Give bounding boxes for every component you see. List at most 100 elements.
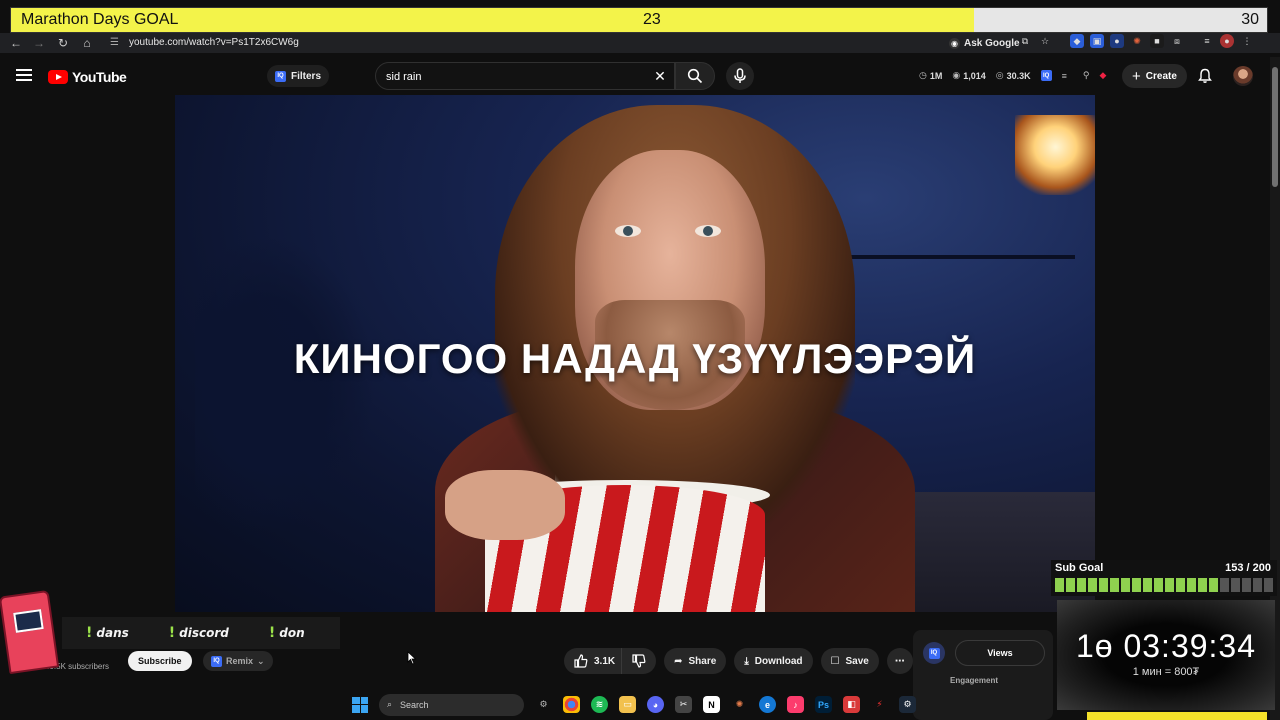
- tag-icon[interactable]: ⚲: [1083, 70, 1090, 81]
- settings-icon[interactable]: ⚙: [535, 696, 552, 713]
- sub-goal-segment: [1077, 578, 1086, 592]
- reload-icon[interactable]: ↻: [55, 35, 71, 51]
- url-text[interactable]: youtube.com/watch?v=Ps1T2x6CW6g: [129, 37, 299, 48]
- notification-extension-icon[interactable]: ◆: [1100, 70, 1107, 81]
- spotify-icon[interactable]: ≋: [591, 696, 608, 713]
- iq-panel-icon[interactable]: IQ: [923, 642, 945, 664]
- extension-circle-icon[interactable]: ●: [1110, 34, 1124, 48]
- notion-icon[interactable]: N: [703, 696, 720, 713]
- share-label: Share: [688, 655, 717, 667]
- iq-remix-icon: IQ: [211, 655, 222, 667]
- sub-goal-segment: [1198, 578, 1207, 592]
- sub-goal-segment: [1231, 578, 1240, 592]
- video-player[interactable]: КИНОГОО НАДАД ҮЗҮҮЛЭЭРЭЙ: [175, 95, 1095, 612]
- youtube-logo[interactable]: YouTube: [48, 69, 127, 85]
- background-shelf: [845, 255, 1075, 259]
- windows-start-icon[interactable]: [352, 696, 368, 713]
- taskbar-search-label: Search: [400, 699, 429, 710]
- video-caption: КИНОГОО НАДАД ҮЗҮҮЛЭЭРЭЙ: [293, 335, 977, 382]
- iq-extension-icon: IQ: [275, 70, 286, 82]
- download-icon: ⤓: [744, 655, 749, 667]
- filters-label: Filters: [291, 70, 322, 82]
- profile-icon[interactable]: ●: [1220, 34, 1234, 48]
- extensions-puzzle-icon[interactable]: ⧈: [1170, 34, 1184, 48]
- share-button[interactable]: ➦ Share: [664, 648, 727, 674]
- marathon-goal-bar: Marathon Days GOAL 23 30: [10, 7, 1268, 33]
- list-icon[interactable]: ≡: [1062, 71, 1067, 81]
- extension-icon[interactable]: ◆: [1070, 34, 1084, 48]
- reading-list-icon[interactable]: ≡: [1200, 34, 1214, 48]
- edge-icon[interactable]: e: [759, 696, 776, 713]
- sub-goal-segment: [1110, 578, 1119, 592]
- voice-search-button[interactable]: [726, 62, 754, 90]
- mouse-cursor-icon: [407, 651, 417, 665]
- extensions-row: ⧉ ☆ ◆ ▣ ● ✺ ■ ⧈ ≡ ● ⋮: [920, 34, 1254, 48]
- subathon-timer: 1ө 03:39:34 1 мин = 800₮: [1057, 600, 1275, 710]
- search-input[interactable]: [386, 69, 636, 85]
- file-explorer-icon[interactable]: ▭: [619, 696, 636, 713]
- clock-icon: ◷: [919, 70, 927, 80]
- sub-goal-segment: [1132, 578, 1141, 592]
- chrome-icon[interactable]: [563, 696, 580, 713]
- save-playlist-icon: ☐: [830, 655, 840, 667]
- discord-icon[interactable]: ◕: [647, 696, 664, 713]
- home-icon[interactable]: ⌂: [79, 35, 95, 51]
- more-actions-icon[interactable]: ⋯: [886, 648, 913, 674]
- chevron-down-icon: ⌄: [257, 655, 265, 666]
- forward-icon[interactable]: →: [31, 35, 47, 51]
- search-field[interactable]: ✕: [375, 62, 675, 90]
- person-hand: [445, 470, 565, 540]
- subscribe-button[interactable]: Subscribe: [128, 651, 192, 671]
- views-tab[interactable]: Views: [955, 640, 1045, 666]
- download-button[interactable]: ⤓ Download: [734, 648, 813, 674]
- command-discord: ! discord: [168, 625, 229, 641]
- extension-iq-icon[interactable]: ▣: [1090, 34, 1104, 48]
- clear-search-icon[interactable]: ✕: [652, 68, 668, 84]
- thumbs-up-icon: [574, 654, 588, 668]
- capcut-icon[interactable]: ✂: [675, 696, 692, 713]
- eye-icon: ◉: [952, 70, 961, 80]
- like-button[interactable]: 3.1K: [564, 648, 622, 674]
- dislike-button[interactable]: [621, 648, 657, 674]
- taskbar-search[interactable]: ⌕ Search: [379, 693, 524, 716]
- likes-stat: ◎ 30.3K: [995, 70, 1031, 81]
- app-red-icon[interactable]: ◧: [843, 696, 860, 713]
- remix-button[interactable]: IQ Remix ⌄: [203, 651, 273, 671]
- filters-button[interactable]: IQ Filters: [267, 65, 330, 87]
- music-icon[interactable]: ♪: [787, 696, 804, 713]
- scrollbar-thumb[interactable]: [1272, 67, 1278, 187]
- create-button[interactable]: + Create: [1122, 64, 1187, 88]
- account-avatar[interactable]: [1233, 66, 1253, 86]
- install-app-icon[interactable]: ⧉: [1018, 34, 1032, 48]
- extension-dark-icon[interactable]: ■: [1150, 34, 1164, 48]
- notifications-bell-icon[interactable]: [1197, 68, 1213, 84]
- sub-goal-segment: [1242, 578, 1251, 592]
- views-stat: ◷ 1M: [919, 70, 943, 81]
- site-info-icon[interactable]: ☰: [110, 37, 122, 49]
- engagement-label[interactable]: Engagement: [913, 676, 1035, 685]
- sub-goal-segment: [1220, 578, 1229, 592]
- claude-icon[interactable]: ✺: [731, 696, 748, 713]
- iq-stats-icon[interactable]: IQ: [1040, 70, 1052, 81]
- extension-burst-icon[interactable]: ✺: [1130, 34, 1144, 48]
- save-button[interactable]: ☐ Save: [820, 648, 879, 674]
- sub-goal-segment: [1088, 578, 1097, 592]
- browser-menu-icon[interactable]: ⋮: [1240, 34, 1254, 48]
- search-button[interactable]: [675, 62, 715, 90]
- sub-goal-segment: [1264, 578, 1273, 592]
- video-actions: 3.1K ➦ Share ⤓ Download ☐ Save ⋯: [564, 648, 913, 674]
- back-icon[interactable]: ←: [8, 35, 24, 51]
- photoshop-icon[interactable]: Ps: [815, 696, 832, 713]
- steam-icon[interactable]: ⚙: [899, 696, 916, 713]
- remix-label: Remix: [226, 656, 254, 666]
- bookmark-star-icon[interactable]: ☆: [1038, 34, 1052, 48]
- youtube-play-icon: [48, 70, 68, 84]
- exclamation-icon: !: [86, 625, 93, 641]
- lightning-app-icon[interactable]: ⚡: [871, 696, 888, 713]
- like-count: 3.1K: [594, 655, 616, 667]
- sub-goal-segment: [1187, 578, 1196, 592]
- eye-outline-icon: ◎: [995, 70, 1004, 80]
- person-left-eye: [615, 225, 641, 237]
- create-label: Create: [1145, 70, 1177, 82]
- menu-icon[interactable]: [16, 69, 32, 82]
